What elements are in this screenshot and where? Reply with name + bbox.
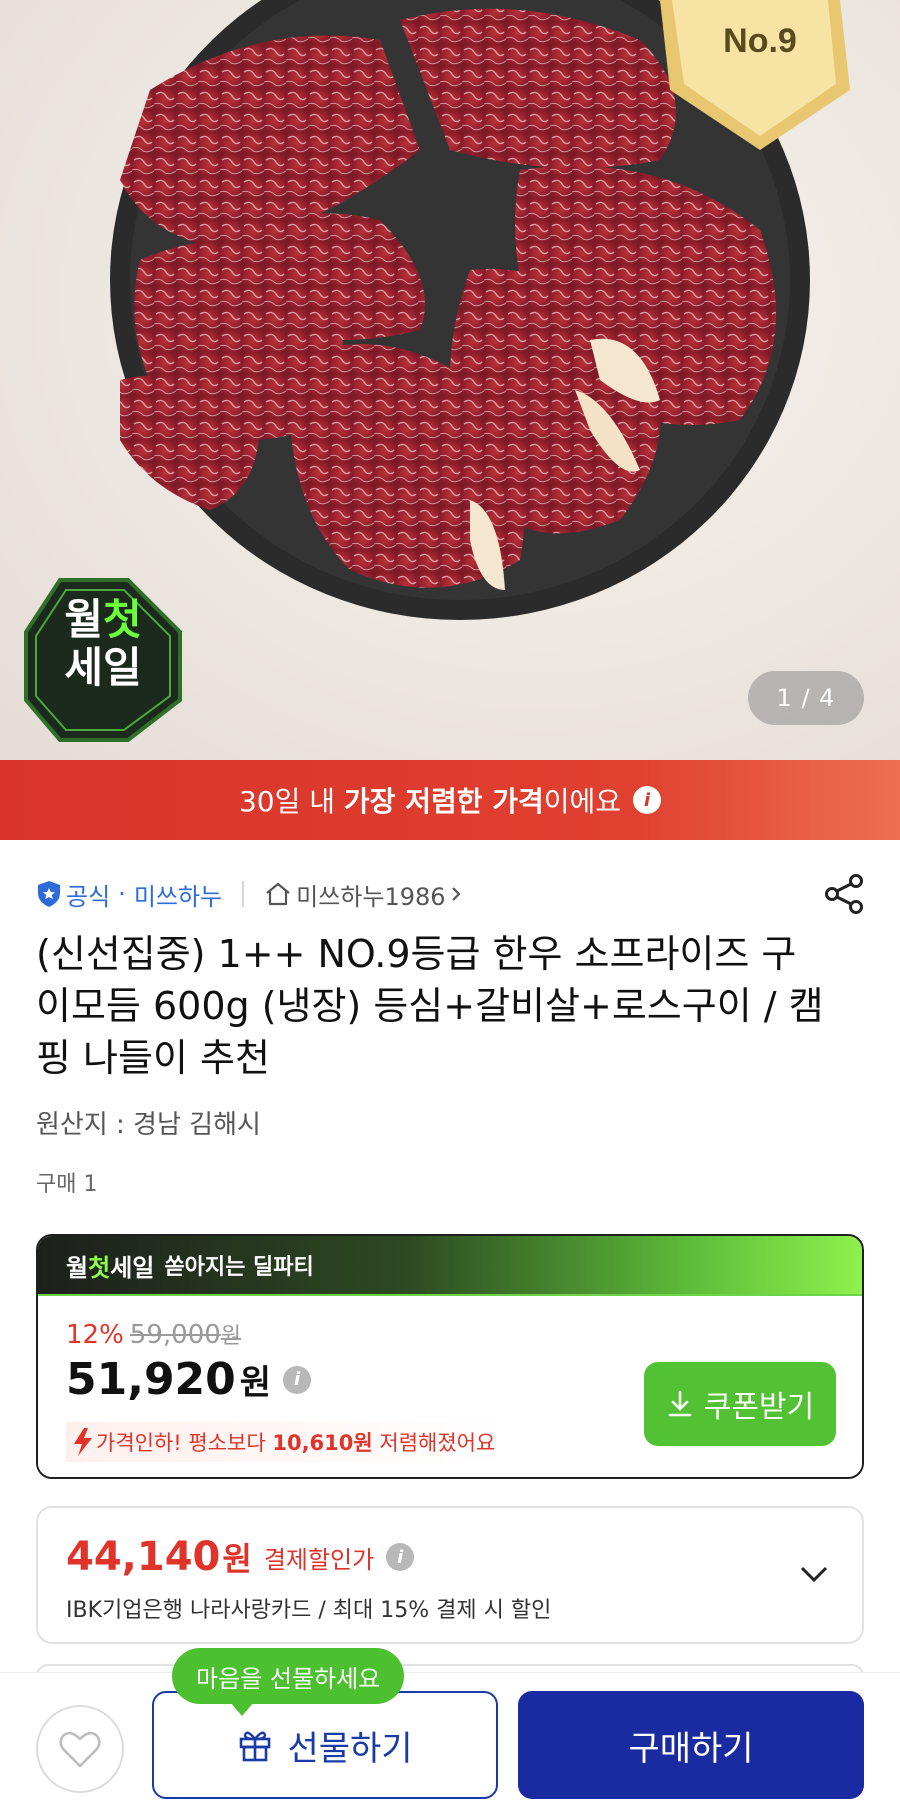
official-badge: 공식: [36, 877, 110, 912]
store-name: 미쓰하누1986: [296, 882, 446, 911]
download-icon: [668, 1390, 692, 1417]
gift-tooltip: 마음을 선물하세요: [172, 1648, 405, 1716]
card-discount-label: 결제할인가: [263, 1545, 375, 1574]
card-info-icon[interactable]: i: [386, 1543, 415, 1571]
discount-percent: 12%: [66, 1320, 124, 1350]
wishlist-button[interactable]: [36, 1705, 124, 1793]
grade-badge-text: No.9: [723, 22, 797, 60]
product-title: (신선집중) 1++ NO.9등급 한우 소프라이즈 구이모듬 600g (냉장…: [36, 932, 824, 1080]
sale-price: 51,920 원 i: [66, 1354, 312, 1405]
get-coupon-button[interactable]: 쿠폰받기: [644, 1362, 836, 1446]
discount-row: 12% 59,000원: [66, 1318, 241, 1350]
seller-row: 공식 · 미쓰하누 미쓰하누1986: [36, 874, 866, 914]
card-discount-description: IBK기업은행 나라사랑카드 / 최대 15% 결제 시 할인: [66, 1598, 552, 1623]
card-discount-price: 44,140 원 결제할인가 i: [66, 1534, 415, 1580]
info-icon[interactable]: i: [633, 786, 662, 814]
banner-suffix: 이에요: [543, 785, 622, 818]
share-icon[interactable]: [822, 872, 866, 916]
origin-info: 원산지 : 경남 김해시: [36, 1110, 261, 1140]
price-drop-arrow-icon: [74, 1428, 92, 1456]
chevron-right-icon: [451, 887, 461, 901]
image-counter: 1 / 4: [748, 671, 864, 725]
divider: [242, 881, 245, 907]
gift-button[interactable]: 선물하기: [152, 1691, 498, 1799]
deal-header: 월첫세일 쏟아지는 딜파티: [38, 1236, 862, 1296]
brand-link[interactable]: 미쓰하누: [134, 877, 222, 912]
deal-brand-tag: 월첫세일: [66, 1253, 155, 1282]
gift-icon: [240, 1731, 271, 1762]
purchase-count: 구매 1: [36, 1172, 98, 1197]
store-link[interactable]: 미쓰하누1986: [264, 877, 463, 912]
original-price: 59,000원: [129, 1320, 242, 1350]
heart-icon: [59, 1731, 101, 1768]
banner-prefix: 30일 내: [238, 785, 344, 818]
home-icon: [266, 882, 290, 906]
banner-highlight: 가장 저렴한 가격: [343, 785, 544, 818]
buy-button[interactable]: 구매하기: [518, 1691, 864, 1799]
official-label: 공식: [66, 882, 111, 911]
price-info-icon[interactable]: i: [283, 1365, 312, 1394]
card-discount-box[interactable]: 44,140 원 결제할인가 i IBK기업은행 나라사랑카드 / 최대 15% …: [36, 1506, 864, 1644]
deal-box: 월첫세일 쏟아지는 딜파티 12% 59,000원 51,920 원 i 가격인하!…: [36, 1234, 864, 1479]
deal-headline: 쏟아지는 딜파티: [164, 1255, 314, 1280]
chevron-down-icon[interactable]: [794, 1554, 834, 1594]
price-drop-note: 가격인하! 평소보다 10,610원 저렴해졌어요: [66, 1422, 508, 1462]
product-image-carousel[interactable]: No.9 월첫 세일 1 / 4: [0, 0, 900, 760]
monthly-sale-badge: 월첫 세일: [64, 595, 142, 692]
separator-dot: ·: [118, 880, 126, 908]
lowest-price-banner[interactable]: 30일 내 가장 저렴한 가격 이에요 i: [0, 760, 900, 840]
bottom-action-bar: 선물하기 구매하기: [0, 1672, 900, 1817]
shield-icon: [38, 881, 60, 907]
